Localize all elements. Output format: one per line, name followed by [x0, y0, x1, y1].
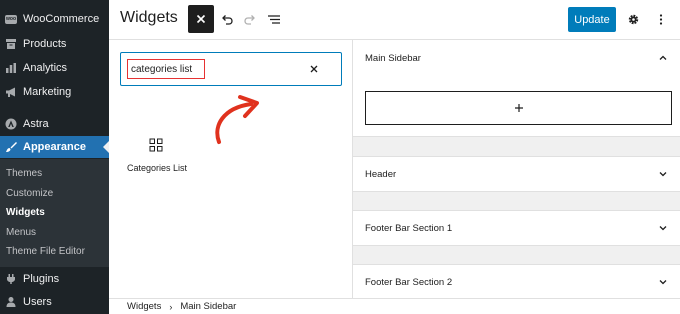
chevron-down-icon	[659, 280, 667, 285]
appearance-submenu: Themes Customize Widgets Menus Theme Fil…	[0, 159, 109, 267]
block-search	[120, 52, 342, 86]
plug-icon	[5, 273, 17, 285]
undo-button[interactable]	[219, 12, 233, 26]
undo-icon	[221, 14, 233, 25]
breadcrumb: Widgets › Main Sidebar	[109, 298, 680, 314]
close-icon	[196, 14, 206, 24]
breadcrumb-item-main-sidebar[interactable]: Main Sidebar	[180, 301, 236, 312]
menu-item-users[interactable]: Users	[0, 291, 109, 313]
paintbrush-icon	[5, 141, 17, 153]
admin-sidebar: woo WooCommerce Products Analytics Marke…	[0, 0, 109, 314]
menu-item-label: Plugins	[23, 273, 60, 285]
block-search-input[interactable]	[131, 61, 291, 77]
submenu-item-menus[interactable]: Menus	[6, 227, 36, 238]
submenu-item-customize[interactable]: Customize	[6, 188, 53, 199]
widget-area-title[interactable]: Main Sidebar	[365, 53, 421, 64]
annotation-arrow-icon	[215, 95, 259, 144]
redo-button[interactable]	[243, 12, 257, 26]
widget-area-footer-bar-section-2[interactable]: Footer Bar Section 2	[353, 264, 680, 298]
menu-item-products[interactable]: Products	[0, 33, 109, 55]
menu-item-appearance[interactable]: Appearance	[0, 136, 109, 158]
settings-button[interactable]	[626, 12, 640, 26]
submenu-item-widgets[interactable]: Widgets	[6, 207, 45, 218]
block-result-label: Categories List	[127, 163, 188, 173]
menu-item-label: Products	[23, 38, 67, 50]
breadcrumb-separator-icon: ›	[169, 301, 173, 312]
menu-item-label: Users	[23, 296, 52, 308]
block-result-categories-list[interactable]: Categories List	[119, 135, 194, 177]
menu-item-marketing[interactable]: Marketing	[0, 81, 109, 103]
widget-area-main-sidebar: Main Sidebar	[353, 40, 680, 137]
archive-icon	[5, 38, 17, 50]
widget-area-footer-bar-section-1[interactable]: Footer Bar Section 1	[353, 210, 680, 246]
woocommerce-icon: woo	[5, 14, 17, 24]
menu-item-label: Marketing	[23, 86, 72, 98]
block-inserter-panel: Categories List	[109, 40, 353, 298]
menu-item-label: Analytics	[23, 62, 68, 74]
menu-item-plugins[interactable]: Plugins	[0, 268, 109, 290]
redo-icon	[243, 14, 255, 25]
menu-item-label: Astra	[23, 118, 49, 130]
chevron-down-icon	[659, 226, 667, 231]
menu-item-astra[interactable]: Astra	[0, 113, 109, 135]
add-block-button[interactable]	[365, 91, 672, 125]
more-options-button[interactable]	[654, 12, 668, 26]
breadcrumb-item-widgets[interactable]: Widgets	[127, 301, 161, 312]
user-icon	[5, 296, 17, 308]
widget-area-title: Footer Bar Section 1	[365, 223, 453, 234]
update-button[interactable]: Update	[568, 7, 616, 32]
bar-chart-icon	[5, 62, 17, 74]
grid-icon	[149, 138, 163, 152]
plus-icon	[514, 104, 523, 112]
more-vertical-icon	[659, 13, 663, 25]
widget-areas: Main Sidebar Header Footer Bar Section 1…	[353, 40, 680, 298]
list-view-icon	[268, 14, 280, 24]
page-title: Widgets	[120, 9, 178, 26]
close-inserter-button[interactable]	[188, 5, 214, 33]
menu-item-analytics[interactable]: Analytics	[0, 57, 109, 79]
menu-item-woocommerce[interactable]: woo WooCommerce	[0, 8, 109, 30]
menu-item-label: Appearance	[23, 141, 86, 153]
menu-item-label: WooCommerce	[23, 13, 100, 25]
submenu-item-themes[interactable]: Themes	[6, 168, 42, 179]
list-view-button[interactable]	[267, 12, 281, 26]
megaphone-icon	[5, 86, 17, 98]
chevron-up-icon[interactable]	[658, 53, 668, 63]
chevron-down-icon	[659, 172, 667, 177]
submenu-item-theme-file-editor[interactable]: Theme File Editor	[6, 246, 85, 257]
editor-header: Widgets Update	[109, 0, 680, 40]
astra-icon	[5, 118, 17, 130]
gear-icon	[628, 14, 638, 24]
close-icon	[310, 65, 318, 73]
widget-area-title: Header	[365, 169, 397, 180]
clear-search-button[interactable]	[307, 62, 321, 76]
widget-area-header[interactable]: Header	[353, 156, 680, 192]
widget-area-title: Footer Bar Section 2	[365, 277, 453, 288]
